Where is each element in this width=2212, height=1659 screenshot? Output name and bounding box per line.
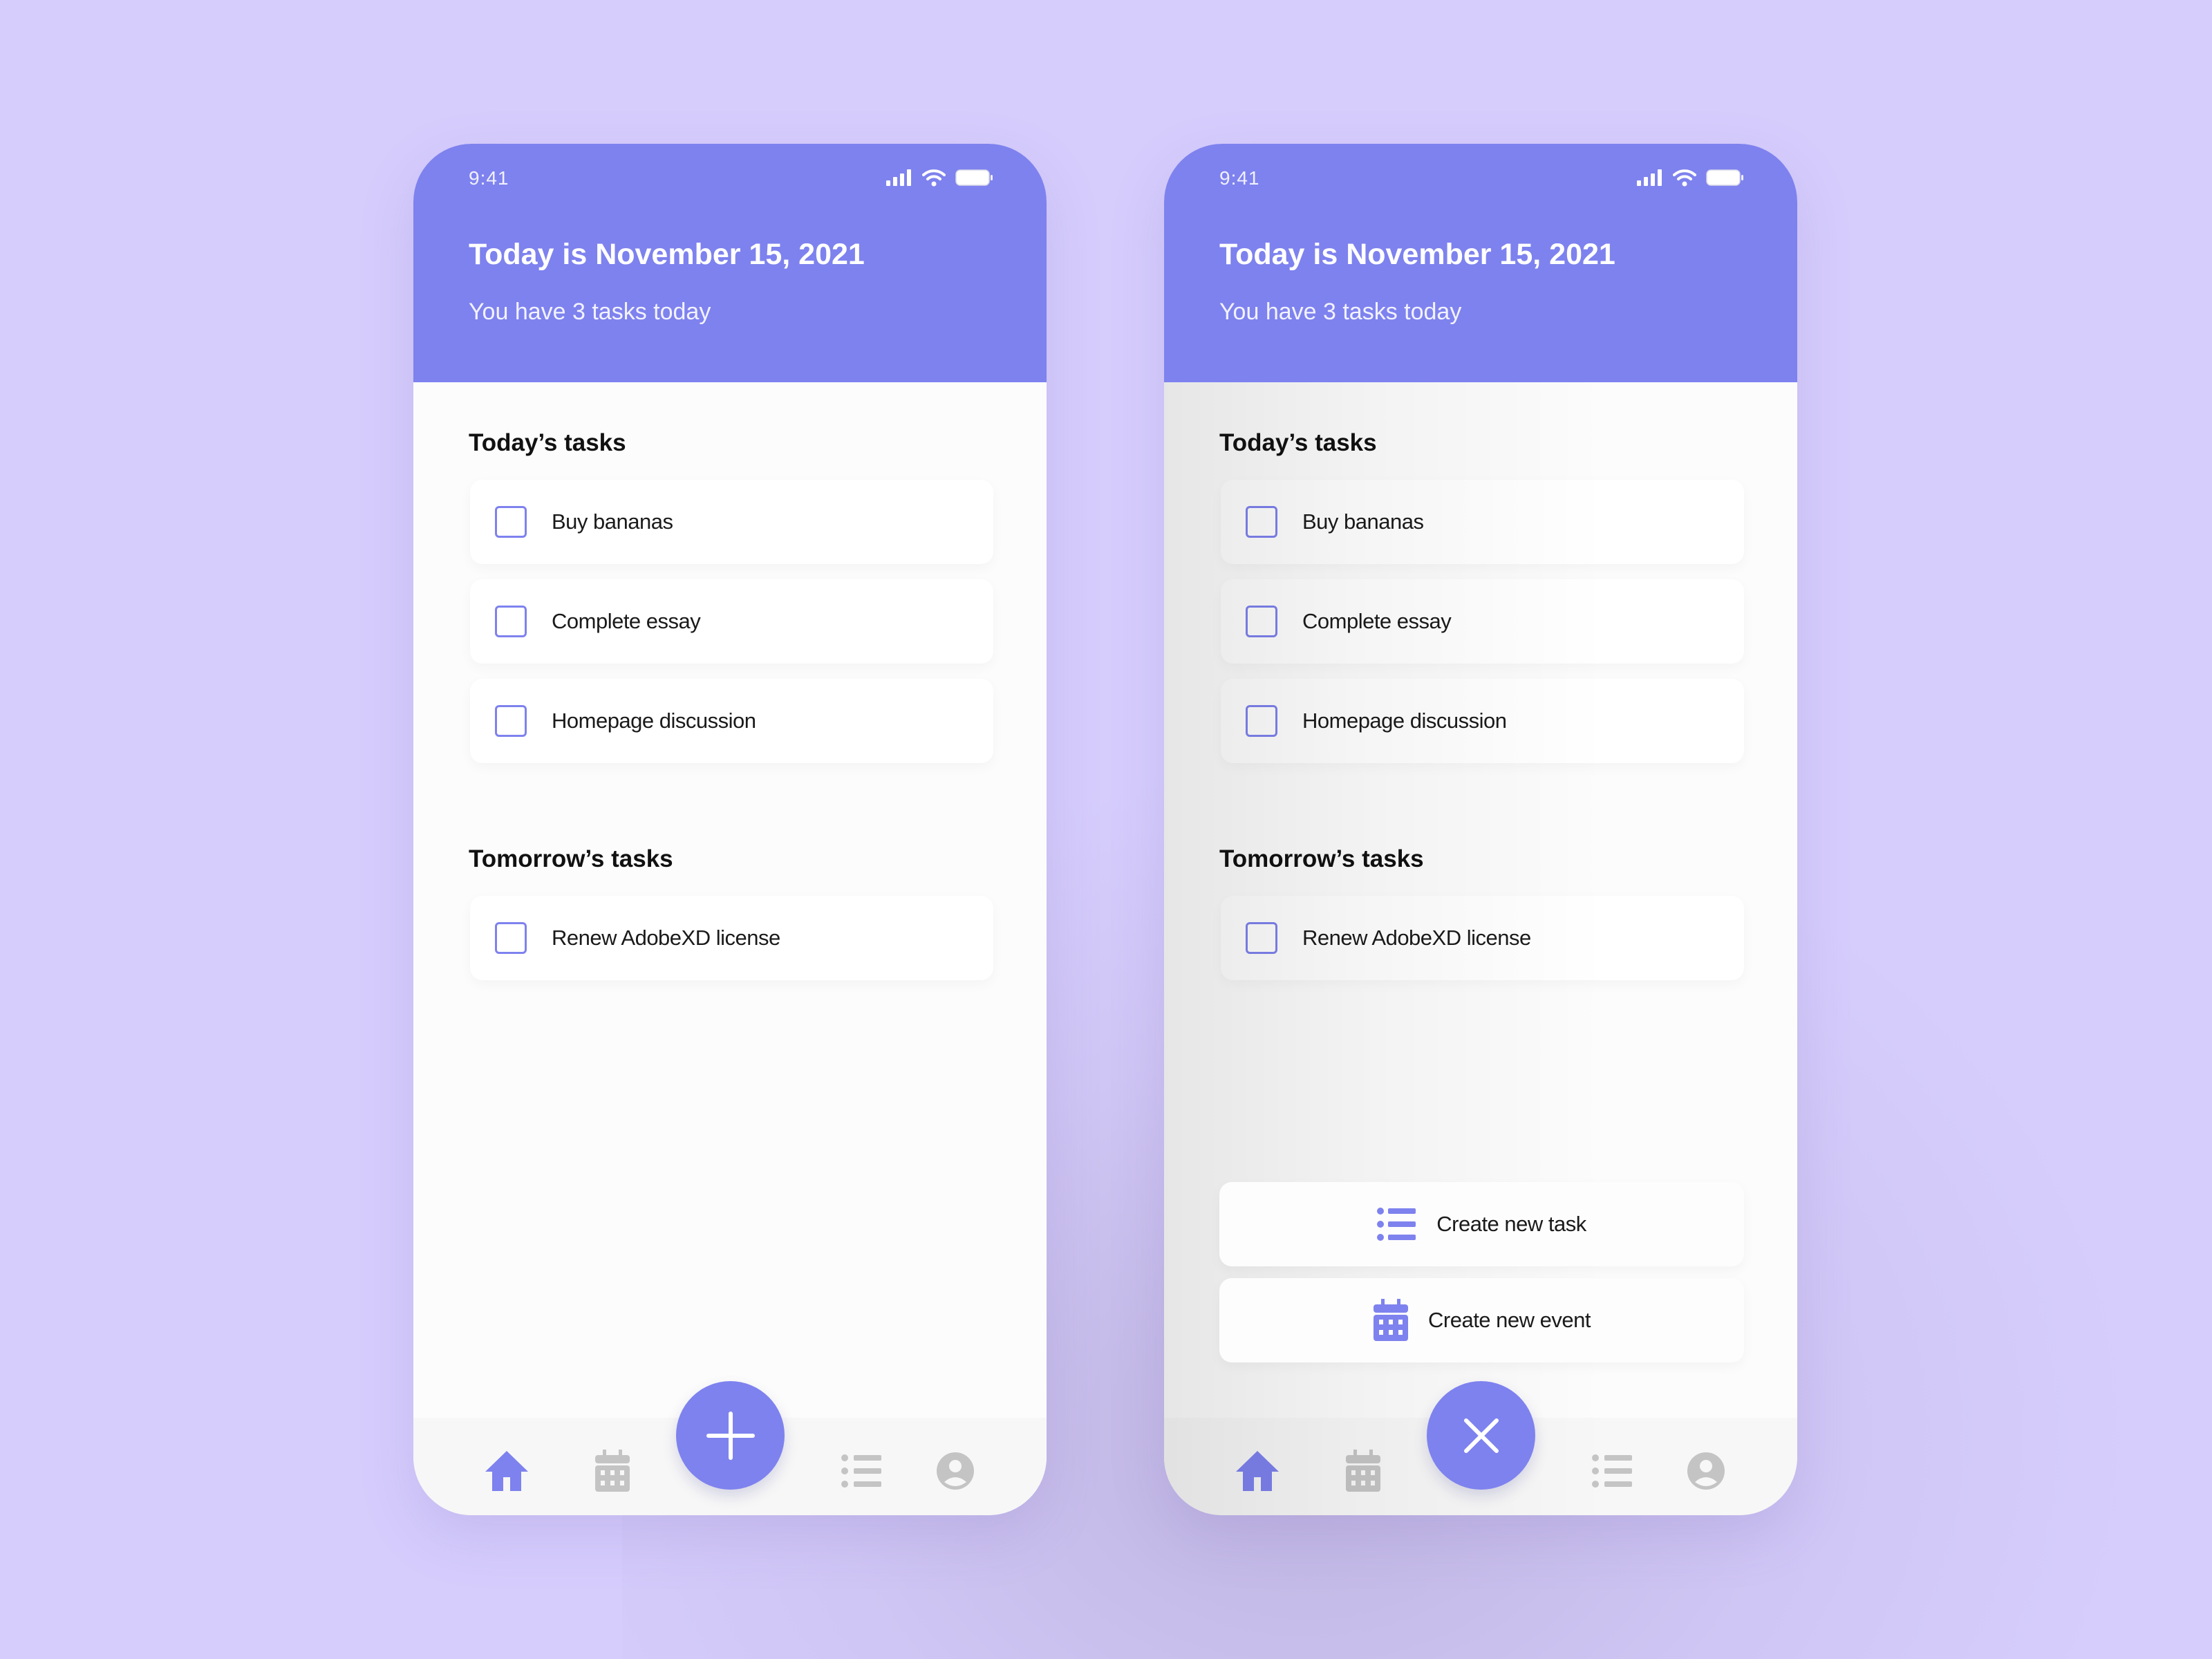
task-checkbox[interactable] — [1246, 922, 1277, 954]
nav-profile[interactable] — [931, 1448, 980, 1494]
task-checkbox[interactable] — [495, 705, 527, 737]
calendar-icon — [1374, 1299, 1408, 1341]
create-new-task-button[interactable]: Create new task — [1219, 1182, 1744, 1266]
todays-tasks-title: Today’s tasks — [1219, 429, 1377, 456]
wifi-icon — [922, 169, 946, 187]
list-icon — [841, 1454, 881, 1488]
nav-list[interactable] — [1588, 1448, 1637, 1494]
profile-icon — [937, 1452, 974, 1490]
tomorrows-tasks-title: Tomorrow’s tasks — [1219, 845, 1424, 872]
todays-tasks-title: Today’s tasks — [469, 429, 626, 456]
plus-icon — [706, 1411, 755, 1460]
task-checkbox[interactable] — [1246, 606, 1277, 637]
task-item[interactable]: Renew AdobeXD license — [470, 896, 993, 980]
task-item[interactable]: Complete essay — [1221, 579, 1744, 664]
home-icon — [1236, 1451, 1279, 1491]
nav-home[interactable] — [1233, 1448, 1282, 1494]
task-checkbox[interactable] — [495, 922, 527, 954]
close-icon — [1463, 1418, 1499, 1453]
tomorrows-tasks-title: Tomorrow’s tasks — [469, 845, 673, 872]
nav-profile[interactable] — [1682, 1448, 1730, 1494]
add-fab-button[interactable] — [676, 1381, 785, 1490]
nav-calendar[interactable] — [1339, 1448, 1387, 1494]
task-label: Homepage discussion — [552, 709, 756, 733]
task-item[interactable]: Homepage discussion — [470, 679, 993, 763]
task-label: Renew AdobeXD license — [1302, 926, 1531, 950]
battery-icon — [1706, 169, 1743, 186]
nav-list[interactable] — [838, 1448, 886, 1494]
task-checkbox[interactable] — [1246, 705, 1277, 737]
signal-icon — [886, 169, 911, 186]
task-label: Buy bananas — [1302, 509, 1424, 534]
battery-icon — [955, 169, 993, 186]
task-item[interactable]: Renew AdobeXD license — [1221, 896, 1744, 980]
list-icon — [1592, 1454, 1632, 1488]
status-time: 9:41 — [469, 167, 509, 189]
nav-calendar[interactable] — [588, 1448, 637, 1494]
home-icon — [485, 1451, 528, 1491]
task-count-subtitle: You have 3 tasks today — [469, 299, 711, 325]
header: 9:41 Today is November 15, 2021 You have… — [1164, 144, 1797, 382]
task-checkbox[interactable] — [1246, 506, 1277, 538]
page-title: Today is November 15, 2021 — [469, 238, 865, 271]
task-item[interactable]: Buy bananas — [1221, 480, 1744, 564]
phone-screen-fab-open: 9:41 Today is November 15, 2021 You have… — [1164, 144, 1797, 1515]
task-label: Renew AdobeXD license — [552, 926, 780, 950]
task-item[interactable]: Homepage discussion — [1221, 679, 1744, 763]
create-new-event-button[interactable]: Create new event — [1219, 1278, 1744, 1362]
wifi-icon — [1673, 169, 1696, 187]
menu-label: Create new task — [1436, 1212, 1586, 1236]
signal-icon — [1637, 169, 1662, 186]
task-label: Complete essay — [552, 609, 701, 633]
task-item[interactable]: Complete essay — [470, 579, 993, 664]
calendar-icon — [1346, 1450, 1380, 1492]
task-label: Complete essay — [1302, 609, 1452, 633]
profile-icon — [1687, 1452, 1725, 1490]
header: 9:41 Today is November 15, 2021 You have… — [413, 144, 1047, 382]
status-time: 9:41 — [1219, 167, 1260, 189]
status-bar-icons — [1637, 169, 1745, 187]
task-item[interactable]: Buy bananas — [470, 480, 993, 564]
task-count-subtitle: You have 3 tasks today — [1219, 299, 1462, 325]
menu-label: Create new event — [1428, 1308, 1591, 1332]
phone-screen-default: 9:41 Today is November 15, 2021 You have… — [413, 144, 1047, 1515]
task-checkbox[interactable] — [495, 606, 527, 637]
page-title: Today is November 15, 2021 — [1219, 238, 1615, 271]
task-label: Buy bananas — [552, 509, 673, 534]
calendar-icon — [595, 1450, 630, 1492]
close-fab-button[interactable] — [1427, 1381, 1535, 1490]
status-bar-icons — [886, 169, 994, 187]
list-icon — [1377, 1208, 1416, 1241]
task-label: Homepage discussion — [1302, 709, 1507, 733]
task-checkbox[interactable] — [495, 506, 527, 538]
nav-home[interactable] — [482, 1448, 531, 1494]
